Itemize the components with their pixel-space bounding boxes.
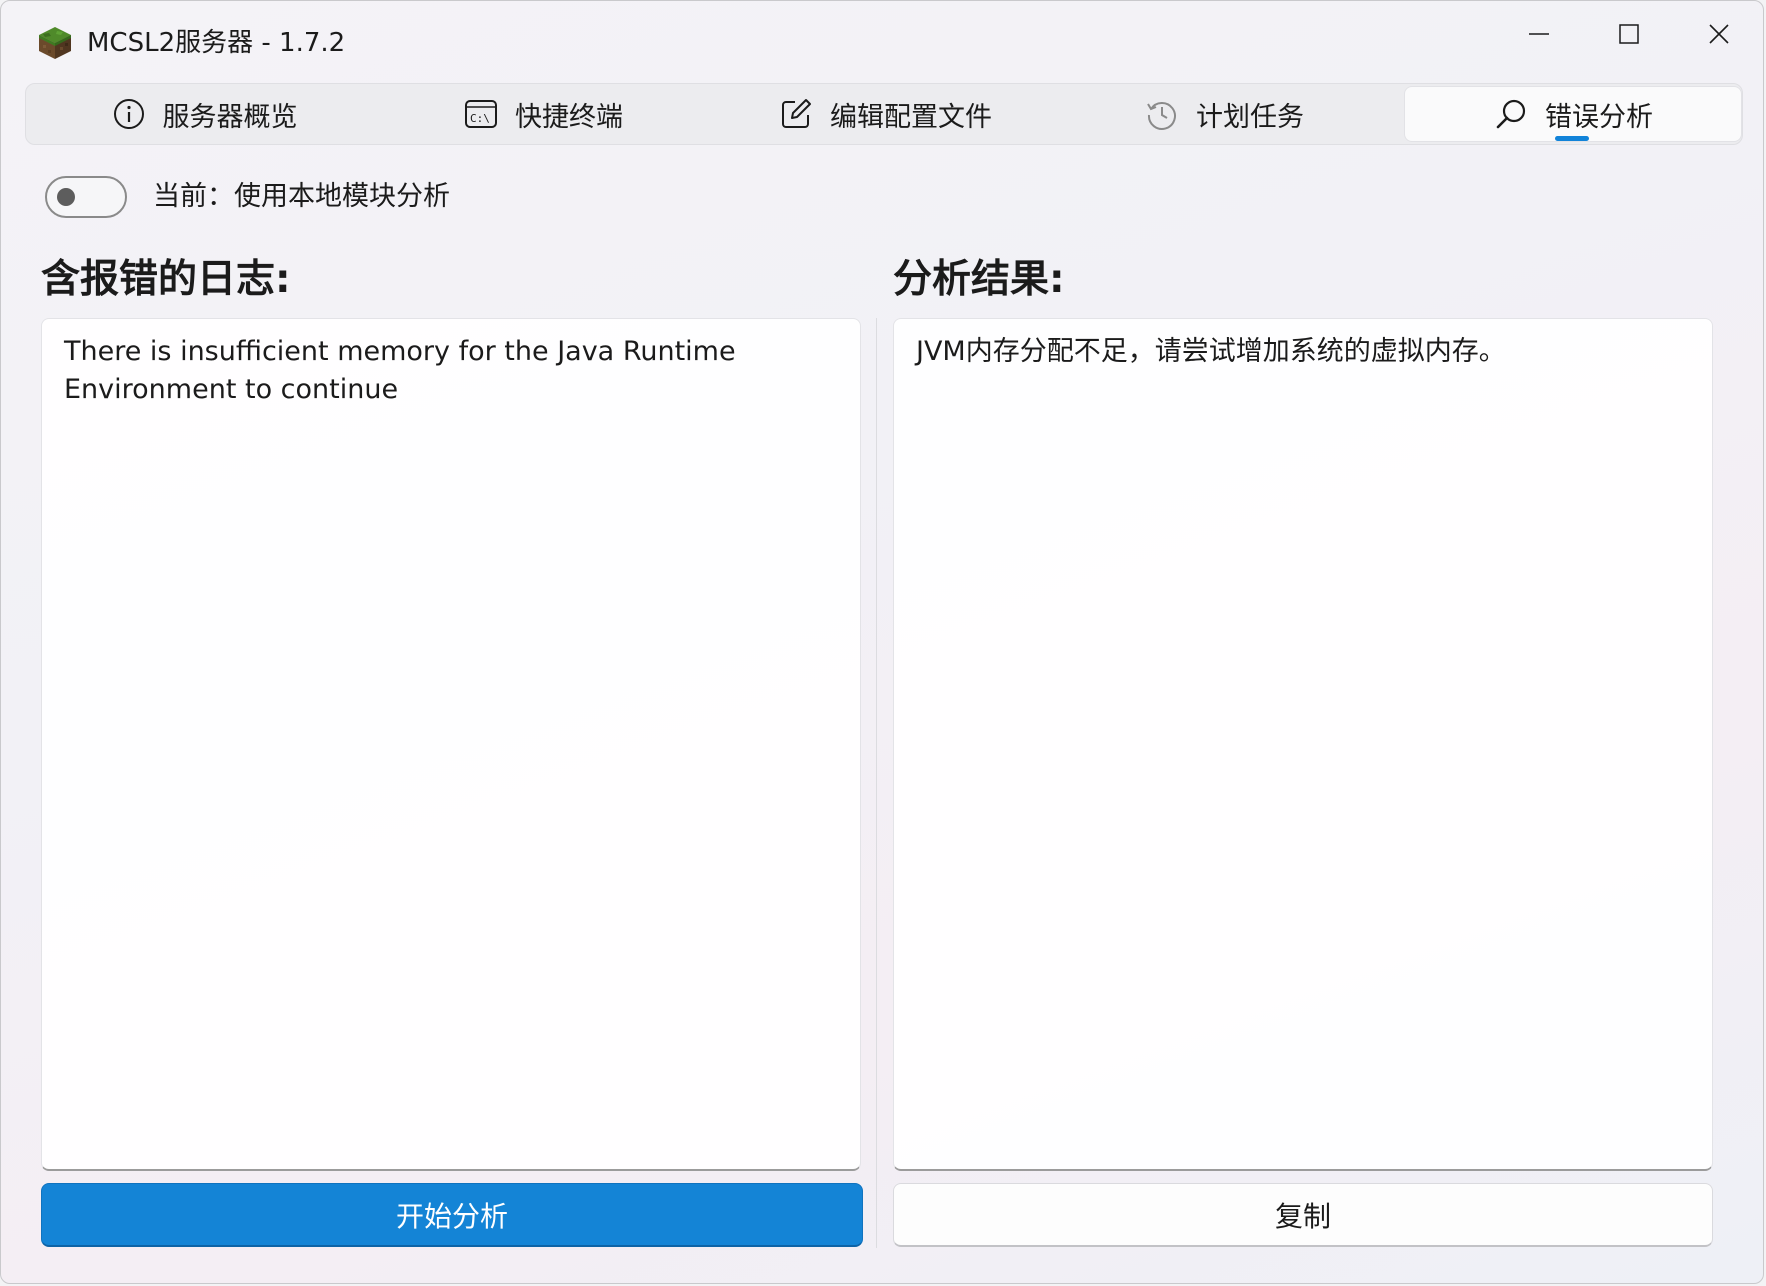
app-window: MCSL2服务器 - 1.7.2 服务器概览 C:\ 快捷终端 编辑配置文件 计… xyxy=(0,0,1764,1284)
info-icon xyxy=(111,96,147,132)
tab-quick-terminal[interactable]: C:\ 快捷终端 xyxy=(372,86,714,142)
minimize-button[interactable] xyxy=(1493,1,1585,67)
tab-label: 快捷终端 xyxy=(515,101,623,133)
tab-label: 计划任务 xyxy=(1196,101,1304,133)
tab-bar: 服务器概览 C:\ 快捷终端 编辑配置文件 计划任务 错误分析 xyxy=(25,83,1743,145)
tab-label: 错误分析 xyxy=(1545,101,1653,133)
copy-button[interactable]: 复制 xyxy=(893,1183,1713,1247)
terminal-icon: C:\ xyxy=(463,96,499,132)
maximize-button[interactable] xyxy=(1583,1,1675,67)
tab-label: 服务器概览 xyxy=(162,101,298,133)
active-tab-indicator xyxy=(1555,136,1589,141)
tab-error-analysis[interactable]: 错误分析 xyxy=(1404,86,1742,142)
history-icon xyxy=(1144,96,1180,132)
log-section-title: 含报错的日志: xyxy=(41,257,291,302)
title-bar[interactable]: MCSL2服务器 - 1.7.2 xyxy=(1,1,1763,83)
close-icon xyxy=(1709,24,1729,44)
minimize-icon xyxy=(1529,33,1549,35)
window-title: MCSL2服务器 - 1.7.2 xyxy=(87,28,346,58)
tab-edit-config[interactable]: 编辑配置文件 xyxy=(714,86,1056,142)
close-button[interactable] xyxy=(1673,1,1763,67)
search-icon xyxy=(1493,96,1529,132)
toggle-knob xyxy=(57,188,75,206)
start-analysis-button[interactable]: 开始分析 xyxy=(41,1183,863,1247)
tab-server-overview[interactable]: 服务器概览 xyxy=(36,86,372,142)
maximize-icon xyxy=(1619,24,1639,44)
grass-block-icon xyxy=(39,27,71,59)
edit-icon xyxy=(778,96,814,132)
vertical-divider xyxy=(876,318,877,1248)
analysis-result-textarea[interactable]: JVM内存分配不足，请尝试增加系统的虚拟内存。 xyxy=(893,318,1713,1171)
tab-scheduled-tasks[interactable]: 计划任务 xyxy=(1056,86,1392,142)
error-log-textarea[interactable]: There is insufficient memory for the Jav… xyxy=(41,318,861,1171)
svg-text:C:\: C:\ xyxy=(470,112,490,125)
result-section-title: 分析结果: xyxy=(893,257,1065,302)
tab-label: 编辑配置文件 xyxy=(830,101,992,133)
analysis-mode-label: 当前：使用本地模块分析 xyxy=(153,181,450,212)
analysis-mode-toggle[interactable] xyxy=(45,176,127,218)
